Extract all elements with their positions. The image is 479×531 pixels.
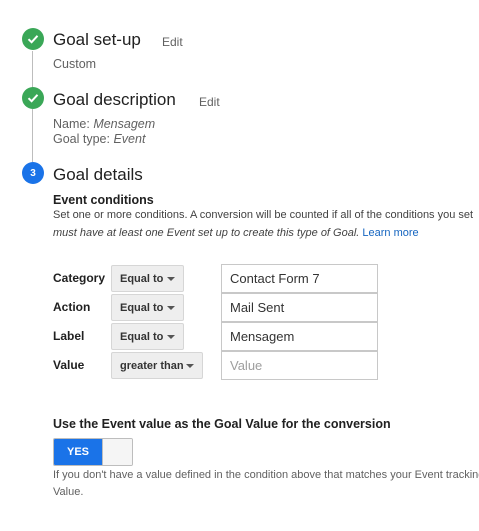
goal-type-value: Event <box>113 132 146 146</box>
toggle-yes-label: YES <box>54 439 102 465</box>
chevron-down-icon <box>167 335 175 339</box>
category-operator-value: Equal to <box>120 272 164 285</box>
goal-setup-summary: Custom <box>53 57 97 71</box>
conditions-help-line-1: Set one or more conditions. A conversion… <box>53 209 474 221</box>
chevron-down-icon <box>167 306 175 310</box>
step-2-complete-icon <box>22 87 44 109</box>
conditions-help-line-2: must have at least one Event set up to c… <box>53 227 419 239</box>
step-1-title: Goal set-up <box>53 30 141 49</box>
edit-goal-setup-link[interactable]: Edit <box>162 35 183 49</box>
goal-name-line: Name: Mensagem <box>53 117 155 131</box>
label-operator-value: Equal to <box>120 330 164 343</box>
goal-type-line: Goal type: Event <box>53 132 145 146</box>
value-operator-dropdown[interactable]: greater than <box>111 352 203 379</box>
step-3-title: Goal details <box>53 165 143 184</box>
value-footnote-line-2: Value. <box>53 486 84 498</box>
use-event-value-heading: Use the Event value as the Goal Value fo… <box>53 417 391 431</box>
chevron-down-icon <box>186 364 194 368</box>
event-conditions-heading: Event conditions <box>53 193 154 207</box>
value-footnote-line-1: If you don't have a value defined in the… <box>53 469 479 481</box>
goal-name-label: Name: <box>53 117 90 131</box>
step-connector-2 <box>32 109 33 162</box>
condition-label-label: Label <box>53 329 85 343</box>
label-value-input[interactable] <box>221 322 378 351</box>
category-operator-dropdown[interactable]: Equal to <box>111 265 184 292</box>
goal-type-label: Goal type: <box>53 132 110 146</box>
toggle-knob <box>102 439 132 465</box>
step-connector-1 <box>32 51 33 88</box>
label-operator-dropdown[interactable]: Equal to <box>111 323 184 350</box>
action-operator-dropdown[interactable]: Equal to <box>111 294 184 321</box>
condition-label-value: Value <box>53 358 85 372</box>
edit-goal-description-link[interactable]: Edit <box>199 95 220 109</box>
action-operator-value: Equal to <box>120 301 164 314</box>
action-value-input[interactable] <box>221 293 378 322</box>
step-2-title: Goal description <box>53 90 176 109</box>
value-operator-value: greater than <box>120 359 184 372</box>
category-value-input[interactable] <box>221 264 378 293</box>
step-1-complete-icon <box>22 28 44 50</box>
learn-more-link[interactable]: Learn more <box>362 227 418 239</box>
conditions-help-text: must have at least one Event set up to c… <box>53 227 360 239</box>
condition-label-action: Action <box>53 300 91 314</box>
use-event-value-toggle[interactable]: YES <box>53 438 133 466</box>
chevron-down-icon <box>167 277 175 281</box>
condition-label-category: Category <box>53 271 106 285</box>
step-3-number-badge: 3 <box>22 162 44 184</box>
value-value-input[interactable] <box>221 351 378 380</box>
goal-name-value: Mensagem <box>93 117 156 131</box>
